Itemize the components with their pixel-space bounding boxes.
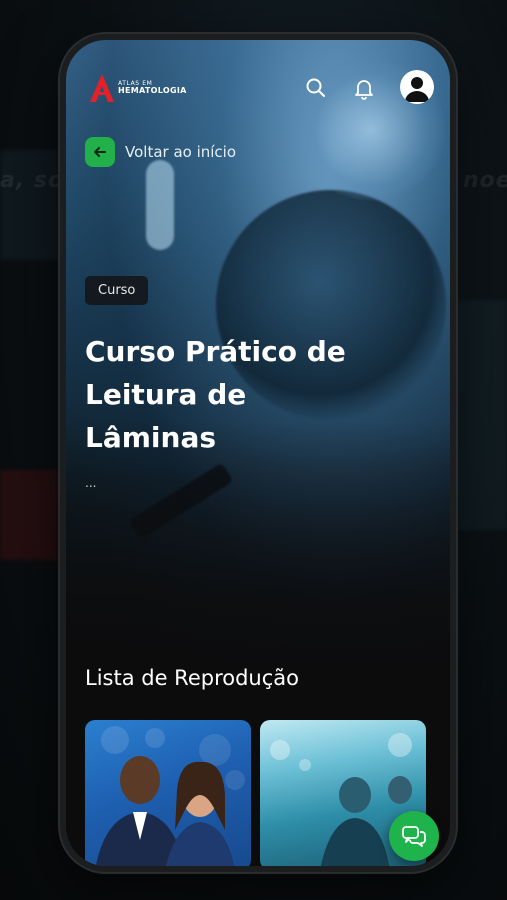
brand-logo-text: ATLAS EM HEMATOLOGIA bbox=[118, 81, 187, 95]
phone-screen: ATLAS EM HEMATOLOGIA Voltar ao início Cu… bbox=[66, 40, 450, 866]
playlist-title: Lista de Reprodução bbox=[85, 666, 299, 690]
arrow-left-icon bbox=[94, 147, 106, 157]
background-panel-left-red bbox=[0, 470, 58, 560]
back-button[interactable] bbox=[85, 137, 115, 167]
brand-logo-line2: HEMATOLOGIA bbox=[118, 86, 187, 95]
playlist-item-thumbnail[interactable] bbox=[85, 720, 251, 866]
course-description: ... bbox=[85, 476, 97, 490]
back-label: Voltar ao início bbox=[125, 143, 237, 161]
background-panel-right bbox=[456, 300, 507, 530]
chat-bubbles-icon bbox=[402, 826, 426, 847]
course-type-badge: Curso bbox=[85, 276, 149, 305]
profile-avatar-button[interactable] bbox=[400, 70, 434, 104]
brand-logo[interactable]: ATLAS EM HEMATOLOGIA bbox=[88, 72, 187, 104]
app-screenshot: a, sou noe ATLAS EM HEMATOLOGIA Voltar a… bbox=[0, 0, 507, 900]
search-button[interactable] bbox=[304, 76, 328, 100]
instructors-photo bbox=[95, 726, 245, 866]
phone-frame: ATLAS EM HEMATOLOGIA Voltar ao início Cu… bbox=[60, 34, 456, 872]
back-to-home-link[interactable]: Voltar ao início bbox=[85, 137, 236, 167]
chat-support-button[interactable] bbox=[389, 811, 439, 861]
notifications-button[interactable] bbox=[352, 76, 376, 100]
background-blurred-text: noe bbox=[463, 168, 507, 193]
course-title: Curso Prático de Leitura de Lâminas bbox=[85, 335, 346, 454]
background-panel-left bbox=[0, 150, 58, 260]
hero-test-tube bbox=[146, 160, 174, 250]
user-avatar-icon bbox=[405, 77, 429, 102]
search-icon bbox=[306, 78, 325, 97]
atlas-logo-icon bbox=[90, 74, 114, 102]
hero-fade-overlay bbox=[66, 420, 450, 680]
top-bar: ATLAS EM HEMATOLOGIA bbox=[66, 40, 450, 130]
bell-icon bbox=[355, 80, 373, 100]
